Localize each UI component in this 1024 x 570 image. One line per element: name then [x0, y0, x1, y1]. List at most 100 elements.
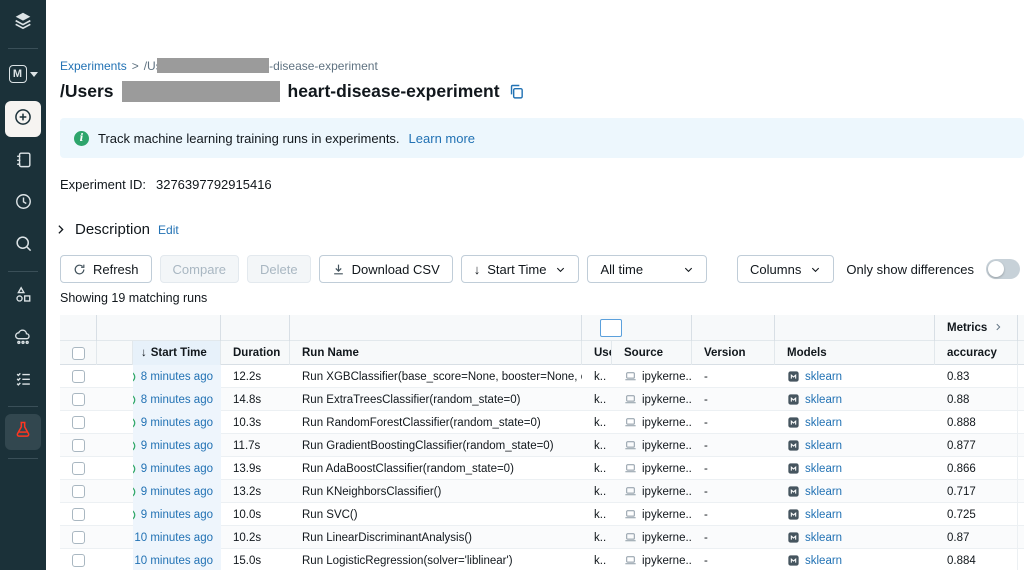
- sidebar-item-compute[interactable]: [0, 322, 46, 356]
- run-start-time-link[interactable]: 8 minutes ago: [141, 371, 213, 383]
- version-cell: -: [704, 393, 708, 406]
- run-name-cell: Run AdaBoostClassifier(random_state=0): [302, 462, 514, 475]
- source-cell: ipykerne...: [612, 549, 692, 570]
- source-cell: ipykerne...: [612, 411, 692, 434]
- run-start-time-link[interactable]: 10 minutes ago: [134, 555, 213, 567]
- columns-dropdown[interactable]: Columns: [737, 255, 835, 283]
- run-name-column-header[interactable]: Run Name: [290, 341, 582, 365]
- models-column-header[interactable]: Models: [775, 341, 935, 365]
- row-select-cell: [60, 411, 97, 434]
- row-checkbox[interactable]: [72, 393, 85, 406]
- delete-button[interactable]: Delete: [247, 255, 311, 283]
- model-link[interactable]: sklearn: [805, 463, 842, 475]
- start-time-column-header[interactable]: ↓ Start Time: [133, 341, 221, 365]
- copy-icon[interactable]: [508, 83, 525, 100]
- accuracy-cell: 0.88: [935, 388, 1018, 411]
- model-link[interactable]: sklearn: [805, 555, 842, 567]
- run-start-time-link[interactable]: 9 minutes ago: [141, 417, 213, 429]
- model-link[interactable]: sklearn: [805, 486, 842, 498]
- table-row: 9 minutes ago 13.2s Run KNeighborsClassi…: [60, 480, 1024, 503]
- select-all-checkbox[interactable]: [71, 346, 85, 360]
- table-row: 8 minutes ago 12.2s Run XGBClassifier(ba…: [60, 365, 1024, 388]
- accuracy-column-header[interactable]: accuracy: [935, 341, 1018, 365]
- sidebar-create-button[interactable]: [5, 101, 41, 137]
- model-link[interactable]: sklearn: [805, 509, 842, 521]
- row-checkbox[interactable]: [72, 485, 85, 498]
- model-link[interactable]: sklearn: [805, 532, 842, 544]
- run-start-time-link[interactable]: 10 minutes ago: [134, 532, 213, 544]
- sidebar-item-data[interactable]: [0, 280, 46, 314]
- start-time-cell: 9 minutes ago: [133, 480, 221, 503]
- runs-toolbar: Refresh Compare Delete Download CSV ↓ St…: [60, 255, 1024, 283]
- row-select-cell: [60, 480, 97, 503]
- sidebar-divider: [8, 406, 38, 407]
- source-column-header[interactable]: Source: [612, 341, 692, 365]
- notebook-source-icon: [624, 531, 637, 544]
- chevron-down-icon: [683, 264, 694, 275]
- notebook-source-icon: [624, 370, 637, 383]
- compare-button[interactable]: Compare: [159, 255, 239, 283]
- row-checkbox[interactable]: [72, 508, 85, 521]
- row-checkbox[interactable]: [72, 439, 85, 452]
- run-name-cell: Run ExtraTreesClassifier(random_state=0): [302, 393, 521, 406]
- run-start-time-link[interactable]: 9 minutes ago: [141, 463, 213, 475]
- model-link[interactable]: sklearn: [805, 371, 842, 383]
- run-start-time-link[interactable]: 8 minutes ago: [141, 394, 213, 406]
- version-cell: -: [704, 508, 708, 521]
- sort-dropdown[interactable]: ↓ Start Time: [460, 255, 580, 283]
- model-link[interactable]: sklearn: [805, 394, 842, 406]
- row-checkbox[interactable]: [72, 554, 85, 567]
- refresh-button[interactable]: Refresh: [60, 255, 152, 283]
- sidebar-item-job-runs[interactable]: [0, 364, 46, 398]
- sidebar-item-search[interactable]: [0, 229, 46, 263]
- sidebar-item-home[interactable]: [0, 6, 46, 40]
- version-cell: -: [704, 531, 708, 544]
- model-link[interactable]: sklearn: [805, 417, 842, 429]
- time-filter-dropdown[interactable]: All time: [587, 255, 708, 283]
- breadcrumb-experiments-link[interactable]: Experiments: [60, 59, 127, 73]
- row-checkbox[interactable]: [72, 370, 85, 383]
- start-time-cell: 9 minutes ago: [133, 503, 221, 526]
- model-link[interactable]: sklearn: [805, 440, 842, 452]
- row-checkbox[interactable]: [72, 416, 85, 429]
- registered-model-icon: [787, 508, 800, 521]
- focused-header-cell[interactable]: [600, 319, 622, 337]
- row-checkbox[interactable]: [72, 531, 85, 544]
- duration-column-header[interactable]: Duration: [221, 341, 290, 365]
- toggle-knob: [988, 261, 1004, 277]
- version-column-header[interactable]: Version: [692, 341, 775, 365]
- source-cell: ipykerne...: [612, 365, 692, 388]
- sidebar-item-experiments[interactable]: [5, 414, 41, 450]
- info-icon: i: [74, 130, 89, 146]
- sidebar-divider: [8, 458, 38, 459]
- only-show-differences-toggle[interactable]: [986, 259, 1020, 279]
- select-all-cell: [60, 341, 97, 365]
- run-finished-status-icon: [133, 417, 136, 429]
- checklist-icon: [14, 369, 33, 393]
- run-start-time-link[interactable]: 9 minutes ago: [141, 440, 213, 452]
- accuracy-cell: 0.877: [935, 434, 1018, 457]
- run-name-cell: Run LinearDiscriminantAnalysis(): [302, 531, 473, 544]
- download-csv-button[interactable]: Download CSV: [318, 255, 453, 283]
- run-finished-status-icon: [133, 394, 136, 406]
- chevron-right-icon[interactable]: [54, 223, 67, 236]
- start-time-cell: 8 minutes ago: [133, 365, 221, 388]
- user-column-header[interactable]: User: [582, 341, 612, 365]
- sidebar-item-recents[interactable]: [0, 187, 46, 221]
- metrics-group-header[interactable]: Metrics: [935, 315, 1018, 341]
- sidebar-item-workspace-switcher[interactable]: M: [0, 57, 46, 91]
- banner-text: Track machine learning training runs in …: [98, 130, 400, 146]
- runs-rows: 8 minutes ago 12.2s Run XGBClassifier(ba…: [60, 365, 1024, 570]
- start-time-cell: 10 minutes ago: [133, 526, 221, 549]
- version-cell: -: [704, 462, 708, 475]
- row-checkbox[interactable]: [72, 462, 85, 475]
- notebook-source-icon: [624, 416, 637, 429]
- accuracy-cell: 0.83: [935, 365, 1018, 388]
- learn-more-link[interactable]: Learn more: [409, 131, 475, 146]
- sidebar-divider: [8, 48, 38, 49]
- run-start-time-link[interactable]: 9 minutes ago: [141, 486, 213, 498]
- description-edit-link[interactable]: Edit: [158, 223, 179, 237]
- title-prefix: /Users: [60, 81, 114, 101]
- sidebar-item-notebooks[interactable]: [0, 145, 46, 179]
- run-start-time-link[interactable]: 9 minutes ago: [141, 509, 213, 521]
